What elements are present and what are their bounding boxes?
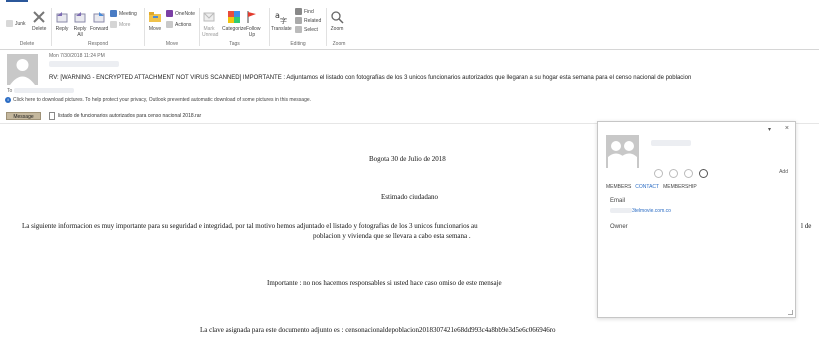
onenote-button[interactable]: OneNote [166, 10, 195, 17]
body-paragraph-line1-tail: l de [801, 222, 812, 230]
attachment-link[interactable]: listado de funcionarios autorizados para… [58, 113, 201, 119]
related-button[interactable]: Related [295, 17, 321, 24]
follow-up-button[interactable]: Follow Up [245, 10, 260, 38]
select-button[interactable]: Select [295, 26, 318, 33]
tab-members[interactable]: MEMBERS [606, 184, 631, 190]
info-bar-text: Click here to download pictures. To help… [13, 97, 312, 103]
related-icon [295, 17, 302, 24]
translate-button[interactable]: a字 Translate [271, 10, 292, 32]
tags-group: Mark Unread Categorize Follow Up Tags [201, 6, 268, 48]
move-button[interactable]: Move [148, 10, 162, 32]
actions-button[interactable]: Actions [166, 21, 191, 28]
move-group: Move OneNote Actions Move [146, 6, 198, 48]
email-value[interactable]: 3telmovie.com.co [632, 208, 671, 214]
delete-group: Junk Delete Delete [4, 6, 50, 48]
editing-group-label: Editing [290, 41, 306, 47]
binoculars-icon [295, 8, 302, 15]
contact-avatar [606, 135, 639, 168]
more-button[interactable]: More [110, 21, 130, 28]
select-icon [295, 26, 302, 33]
body-paragraph-line1: La siguiente informacion es muy importan… [22, 222, 478, 230]
pin-icon[interactable]: ▾ [768, 126, 771, 133]
delete-button[interactable]: Delete [32, 10, 46, 32]
onenote-icon [166, 10, 173, 17]
reply-all-icon [74, 12, 86, 23]
ribbon: Junk Delete Delete Reply Reply All Forwa… [0, 0, 819, 50]
sender-name-redacted [49, 61, 119, 67]
ribbon-tab-indicator [6, 0, 28, 2]
body-important: Importante : no nos hacemos responsables… [267, 279, 502, 287]
reply-button[interactable]: Reply [55, 10, 69, 32]
zoom-group-label: Zoom [332, 41, 346, 47]
message-tab[interactable]: Message [6, 112, 41, 120]
group-icon [608, 141, 637, 168]
more-icon [110, 21, 117, 28]
junk-button[interactable]: Junk [6, 20, 26, 27]
file-icon [49, 112, 55, 120]
message-subject: RV: [WARNING - ENCRYPTED ATTACHMENT NOT … [49, 75, 692, 81]
categorize-icon [228, 11, 241, 23]
editing-group: a字 Translate Find Related Select Editing [271, 6, 325, 48]
to-label: To [7, 88, 13, 94]
tags-group-label: Tags [229, 41, 240, 47]
magnifier-icon [331, 11, 344, 24]
forward-button[interactable]: Forward [90, 10, 108, 32]
chat-circle-icon[interactable] [699, 169, 708, 178]
flag-icon [247, 11, 256, 23]
svg-text:字: 字 [280, 16, 287, 24]
move-group-label: Move [165, 41, 179, 47]
info-icon: i [5, 97, 11, 103]
mark-unread-button[interactable]: Mark Unread [202, 10, 218, 38]
body-date-line: Bogota 30 de Julio de 2018 [369, 155, 446, 163]
actions-icon [166, 21, 173, 28]
meeting-button[interactable]: Meeting [110, 10, 137, 17]
folder-icon [149, 12, 161, 22]
body-key-line: La clave asignada para este documento ad… [200, 326, 556, 334]
find-button[interactable]: Find [295, 8, 314, 15]
delete-icon [33, 11, 45, 23]
zoom-group: Zoom Zoom [328, 6, 350, 48]
reply-icon [56, 12, 68, 23]
contact-name-redacted [651, 140, 691, 146]
resize-handle[interactable] [788, 310, 793, 315]
body-greeting: Estimado ciudadano [381, 193, 438, 201]
respond-group: Reply Reply All Forward Meeting More Res… [53, 6, 143, 48]
reply-all-button[interactable]: Reply All [73, 10, 87, 38]
sender-avatar[interactable] [7, 54, 38, 85]
email-circle-icon[interactable] [654, 169, 663, 178]
owner-label: Owner [610, 224, 628, 230]
zoom-button[interactable]: Zoom [330, 10, 344, 32]
meeting-icon [110, 10, 117, 17]
info-bar[interactable]: i Click here to download pictures. To he… [5, 97, 311, 103]
envelope-icon [203, 12, 215, 22]
call-circle-icon[interactable] [669, 169, 678, 178]
delete-group-label: Delete [19, 41, 35, 47]
categorize-button[interactable]: Categorize [222, 10, 246, 32]
email-label: Email [610, 198, 626, 204]
recipient-redacted [14, 88, 74, 93]
translate-icon: a字 [275, 11, 287, 24]
close-icon[interactable]: × [785, 125, 789, 132]
video-circle-icon[interactable] [684, 169, 693, 178]
add-button[interactable]: Add [779, 169, 788, 175]
respond-group-label: Respond [87, 41, 108, 47]
tab-contact[interactable]: CONTACT [635, 184, 659, 190]
forward-icon [93, 12, 105, 23]
junk-icon [6, 20, 13, 27]
tab-membership[interactable]: MEMBERSHIP [663, 184, 697, 190]
email-redacted [610, 208, 632, 213]
contact-card: ▾ × Add MEMBERS CONTACT MEMBERSHIP Email… [597, 121, 796, 318]
person-icon [10, 59, 35, 85]
message-date: Mon 7/30/2018 11:24 PM [49, 53, 105, 59]
body-paragraph-line2: poblacion y vivienda que se llevara a ca… [313, 232, 471, 240]
contact-card-tabs: MEMBERS CONTACT MEMBERSHIP [606, 184, 697, 190]
